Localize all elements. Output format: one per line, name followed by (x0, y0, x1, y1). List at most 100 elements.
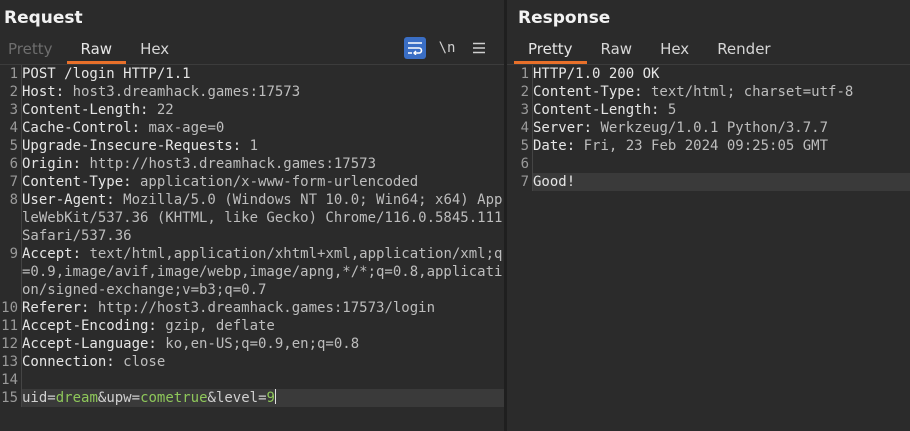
line-number: 5 (520, 138, 529, 154)
header-name: Good! (533, 174, 576, 190)
line-content: Upgrade-Insecure-Requests: 1 (21, 137, 504, 155)
header-name: Host: (22, 84, 65, 100)
wrap-lines-icon (408, 42, 423, 55)
line-content: POST /login HTTP/1.1 (21, 65, 504, 83)
code-line: 6 Origin: http://host3.dreamhack.games:17… (0, 155, 504, 173)
header-value: gzip, deflate (156, 318, 275, 334)
param-value: cometrue (140, 390, 208, 406)
header-value: Werkzeug/1.0.1 Python/3.7.7 (592, 120, 829, 136)
param-value: 9 (266, 390, 275, 406)
request-panel: Request Pretty Raw Hex \n 1 POST /login H… (0, 0, 504, 431)
header-value: 5 (659, 102, 677, 118)
line-number: 4 (520, 120, 529, 136)
header-name: Origin: (22, 156, 82, 172)
param-equals: = (47, 390, 56, 406)
param-key: upw (106, 390, 132, 406)
code-line: 2 Content-Type: text/html; charset=utf-8 (507, 83, 910, 101)
line-content: Content-Type: text/html; charset=utf-8 (532, 83, 910, 101)
header-value: http://host3.dreamhack.games:17573/login (89, 300, 436, 316)
code-line: 6 (507, 155, 910, 173)
response-editor[interactable]: 1 HTTP/1.0 200 OK 2 Content-Type: text/html… (507, 64, 910, 431)
line-content: Accept-Encoding: gzip, deflate (21, 317, 504, 335)
header-name: Server: (533, 120, 593, 136)
header-name: Content-Length: (22, 102, 149, 118)
code-line: 2 Host: host3.dreamhack.games:17573 (0, 83, 504, 101)
line-number: 7 (520, 174, 529, 190)
code-line: 1 POST /login HTTP/1.1 (0, 65, 504, 83)
request-tab-hex[interactable]: Hex (126, 38, 183, 64)
line-content (532, 155, 910, 173)
line-number: 10 (1, 300, 18, 316)
header-name: POST /login HTTP/1.1 (22, 66, 191, 82)
code-line: 7 Content-Type: application/x-www-form-ur… (0, 173, 504, 191)
line-number: 11 (1, 318, 18, 334)
header-name: User-Agent: (22, 192, 115, 208)
line-number: 8 (9, 192, 18, 208)
options-menu-button[interactable] (468, 37, 490, 59)
text-cursor (274, 389, 276, 404)
code-line: 3 Content-Length: 5 (507, 101, 910, 119)
hamburger-menu-icon (473, 42, 485, 54)
line-number: 2 (9, 84, 18, 100)
request-editor[interactable]: 1 POST /login HTTP/1.1 2 Host: host3.dreamh… (0, 64, 504, 431)
response-tab-pretty[interactable]: Pretty (514, 38, 587, 64)
line-content: Connection: close (21, 353, 504, 371)
header-value: 1 (241, 138, 259, 154)
line-content: Referer: http://host3.dreamhack.games:17… (21, 299, 504, 317)
param-equals: = (258, 390, 267, 406)
wrap-lines-button[interactable] (404, 37, 426, 59)
header-value: host3.dreamhack.games:17573 (64, 84, 301, 100)
show-newlines-button[interactable]: \n (436, 37, 458, 59)
header-name: Date: (533, 138, 576, 154)
response-tab-raw[interactable]: Raw (587, 38, 647, 64)
line-number: 12 (1, 336, 18, 352)
response-tabs: Pretty Raw Hex Render (514, 38, 785, 64)
header-value: close (114, 354, 166, 370)
request-body-line: 15 uid=dream&upw=cometrue&level=9 (0, 389, 504, 407)
line-content: Accept-Language: ko,en-US;q=0.9,en;q=0.8 (21, 335, 504, 353)
code-line: 1 HTTP/1.0 200 OK (507, 65, 910, 83)
response-tab-hex[interactable]: Hex (646, 38, 703, 64)
header-value: Fri, 23 Feb 2024 09:25:05 GMT (575, 138, 829, 154)
response-title: Response (518, 8, 611, 28)
line-number: 15 (1, 390, 18, 406)
header-name: Accept-Encoding: (22, 318, 157, 334)
header-name: Cache-Control: (22, 120, 141, 136)
line-content: Content-Length: 22 (21, 101, 504, 119)
header-name: Upgrade-Insecure-Requests: (22, 138, 242, 154)
header-name: Connection: (22, 354, 115, 370)
line-content: uid=dream&upw=cometrue&level=9 (21, 389, 504, 407)
code-line: 14 (0, 371, 504, 389)
line-number: 6 (9, 156, 18, 172)
request-tab-pretty[interactable]: Pretty (0, 38, 67, 64)
line-content: Host: host3.dreamhack.games:17573 (21, 83, 504, 101)
line-content: User-Agent: Mozilla/5.0 (Windows NT 10.0… (21, 191, 504, 245)
param-separator: & (207, 390, 216, 406)
line-content: Origin: http://host3.dreamhack.games:175… (21, 155, 504, 173)
header-name: Accept-Language: (22, 336, 157, 352)
line-number: 5 (9, 138, 18, 154)
header-value: text/html,application/xhtml+xml,applicat… (22, 246, 503, 298)
header-name: Accept: (22, 246, 82, 262)
request-tabs: Pretty Raw Hex (0, 38, 183, 64)
response-panel: Response Pretty Raw Hex Render 1 HTTP/1.0… (507, 0, 910, 431)
header-name: Referer: (22, 300, 90, 316)
code-line: 11 Accept-Encoding: gzip, deflate (0, 317, 504, 335)
code-line: 5 Upgrade-Insecure-Requests: 1 (0, 137, 504, 155)
line-number: 14 (1, 372, 18, 388)
code-line: 12 Accept-Language: ko,en-US;q=0.9,en;q=0… (0, 335, 504, 353)
response-tab-render[interactable]: Render (703, 38, 784, 64)
code-line: 13 Connection: close (0, 353, 504, 371)
request-tab-raw[interactable]: Raw (66, 38, 127, 64)
header-value: http://host3.dreamhack.games:17573 (81, 156, 377, 172)
code-line: 8 User-Agent: Mozilla/5.0 (Windows NT 10.… (0, 191, 504, 245)
header-value: 22 (148, 102, 174, 118)
line-content: Good! (532, 173, 910, 191)
line-content: Accept: text/html,application/xhtml+xml,… (21, 245, 504, 299)
header-name: HTTP/1.0 200 OK (533, 66, 660, 82)
line-content: HTTP/1.0 200 OK (532, 65, 910, 83)
code-line: 7 Good! (507, 173, 910, 191)
line-content: Content-Length: 5 (532, 101, 910, 119)
code-line: 5 Date: Fri, 23 Feb 2024 09:25:05 GMT (507, 137, 910, 155)
param-key: uid (22, 390, 48, 406)
